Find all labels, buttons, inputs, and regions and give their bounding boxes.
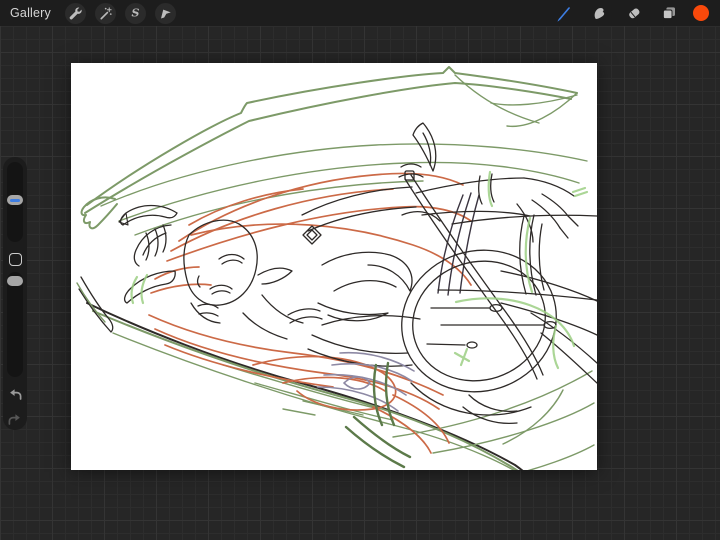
opacity-slider[interactable] — [7, 272, 23, 377]
drawing-canvas[interactable] — [71, 63, 597, 470]
gallery-button[interactable]: Gallery — [0, 6, 51, 20]
smudge-tool-button[interactable] — [591, 5, 607, 21]
modify-button[interactable] — [8, 253, 22, 266]
wrench-icon — [69, 6, 82, 19]
smudge-finger-icon — [594, 8, 605, 19]
side-toolbar — [3, 157, 27, 430]
actions-button[interactable] — [65, 2, 86, 24]
color-button[interactable] — [693, 5, 709, 21]
transform-button[interactable] — [155, 2, 176, 24]
artwork-sketch — [76, 66, 597, 470]
top-toolbar: Gallery S — [0, 0, 720, 26]
brush-size-accent-bar — [10, 198, 20, 202]
erase-tool-button[interactable] — [626, 5, 642, 21]
magic-wand-icon — [100, 6, 112, 19]
transform-arrow-icon — [161, 9, 171, 18]
redo-icon — [8, 414, 20, 425]
opacity-handle[interactable] — [7, 276, 23, 286]
adjustments-button[interactable] — [95, 2, 116, 24]
layers-icon — [662, 7, 675, 20]
selection-button[interactable]: S — [125, 2, 146, 24]
undo-button[interactable] — [7, 387, 23, 403]
paint-tool-button[interactable] — [555, 5, 572, 22]
layers-button[interactable] — [661, 5, 677, 21]
wing-bottom-sketch — [76, 276, 595, 470]
spear-sketch — [398, 122, 557, 416]
selection-s-icon: S — [131, 6, 140, 19]
brush-size-handle[interactable] — [7, 195, 23, 205]
procreate-workspace: Gallery S — [0, 0, 720, 540]
paintbrush-icon — [557, 6, 570, 22]
redo-button[interactable] — [7, 412, 23, 428]
wing-top-sketch — [80, 66, 588, 236]
undo-icon — [10, 389, 22, 400]
accent-sketch — [317, 170, 589, 469]
eraser-icon — [629, 8, 640, 19]
